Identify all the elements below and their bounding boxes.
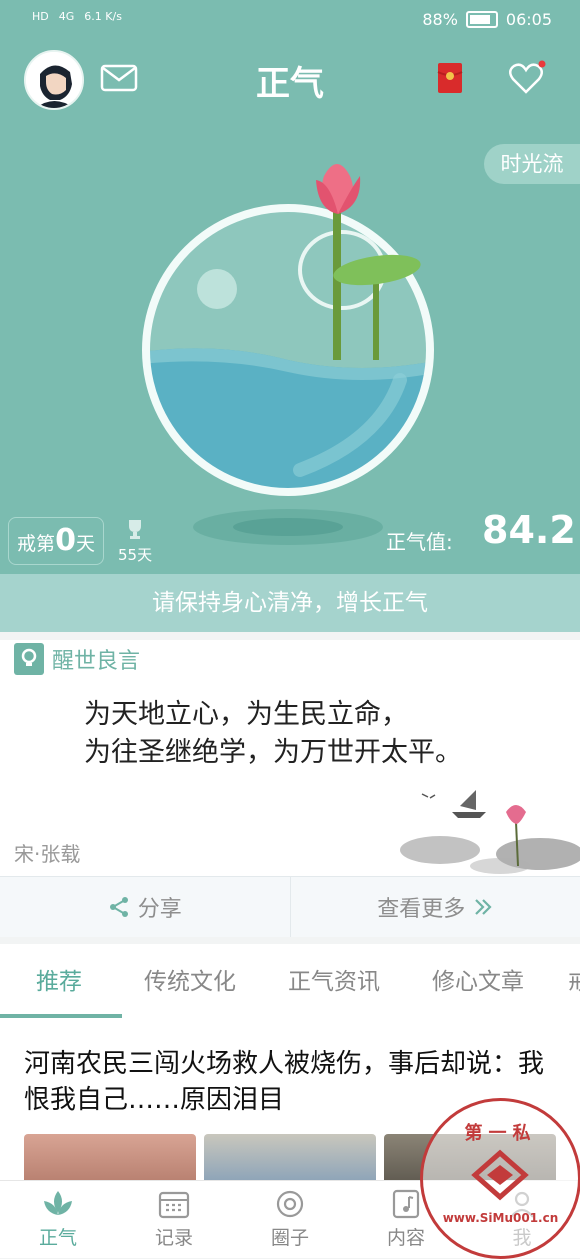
quote-line-2: 为往圣继绝学，为万世开太平。 (84, 734, 462, 772)
view-more-label: 查看更多 (377, 891, 465, 923)
article-thumbnail-2 (204, 1134, 376, 1184)
tab-traditional-culture[interactable]: 传统文化 (144, 944, 236, 1020)
view-more-button[interactable]: 查看更多 (290, 877, 580, 937)
nav-content-label: 内容 (387, 1223, 425, 1250)
abstain-days-box: 戒第0天 (8, 517, 104, 565)
tab-mind-articles[interactable]: 修心文章 (432, 944, 524, 1020)
quote-author: 宋·张载 (14, 838, 80, 867)
trophy-icon (124, 518, 146, 540)
abstain-days: 0 (55, 523, 76, 558)
music-note-icon (392, 1189, 420, 1219)
watermark-logo (465, 1145, 535, 1205)
abstain-suffix: 天 (76, 533, 95, 555)
share-icon (108, 896, 130, 918)
nav-records-label: 记录 (155, 1223, 193, 1250)
best-record: 55天 (118, 518, 152, 565)
circle-icon (274, 1189, 306, 1219)
double-chevron-right-icon (473, 897, 493, 917)
tab-zhengqi-news[interactable]: 正气资讯 (288, 944, 380, 1020)
zhengqi-value: 84.2 (482, 508, 576, 552)
lightbulb-icon (14, 643, 44, 675)
content-tabs: 推荐 传统文化 正气资讯 修心文章 戒 (0, 944, 580, 1021)
motto-banner: 请保持身心清净，增长正气 (0, 574, 580, 632)
abstain-prefix: 戒第 (17, 533, 55, 555)
watermark-top-text: 第一私 (423, 1119, 578, 1145)
nav-records[interactable]: 记录 (116, 1181, 232, 1258)
watermark-stamp: 第一私 www.SiMu001.cn (420, 1098, 580, 1259)
nav-circle-label: 圈子 (271, 1223, 309, 1250)
watermark-bottom-text: www.SiMu001.cn (423, 1211, 578, 1225)
lotus-globe-illustration (0, 0, 580, 574)
nav-zhengqi[interactable]: 正气 (0, 1181, 116, 1258)
share-button[interactable]: 分享 (0, 877, 290, 937)
quote-tag-label: 醒世良言 (52, 643, 140, 675)
calendar-icon (158, 1189, 190, 1219)
quote-tag: 醒世良言 (14, 643, 140, 675)
best-record-days: 55天 (118, 544, 152, 565)
tab-recommend[interactable]: 推荐 (36, 944, 82, 1020)
share-label: 分享 (138, 891, 182, 923)
ink-lotus-painting (400, 780, 580, 876)
lotus-icon (40, 1189, 76, 1219)
tab-overflow[interactable]: 戒 (568, 944, 580, 1020)
quote-text: 为天地立心，为生民立命， 为往圣继绝学，为万世开太平。 (84, 696, 462, 772)
article-thumbnail-1 (24, 1134, 196, 1184)
nav-circle[interactable]: 圈子 (232, 1181, 348, 1258)
quote-line-1: 为天地立心，为生民立命， (84, 696, 462, 734)
nav-zhengqi-label: 正气 (39, 1223, 77, 1250)
zhengqi-label: 正气值: (386, 526, 453, 555)
quote-actions: 分享 查看更多 (0, 876, 580, 937)
active-tab-indicator (0, 1014, 122, 1018)
